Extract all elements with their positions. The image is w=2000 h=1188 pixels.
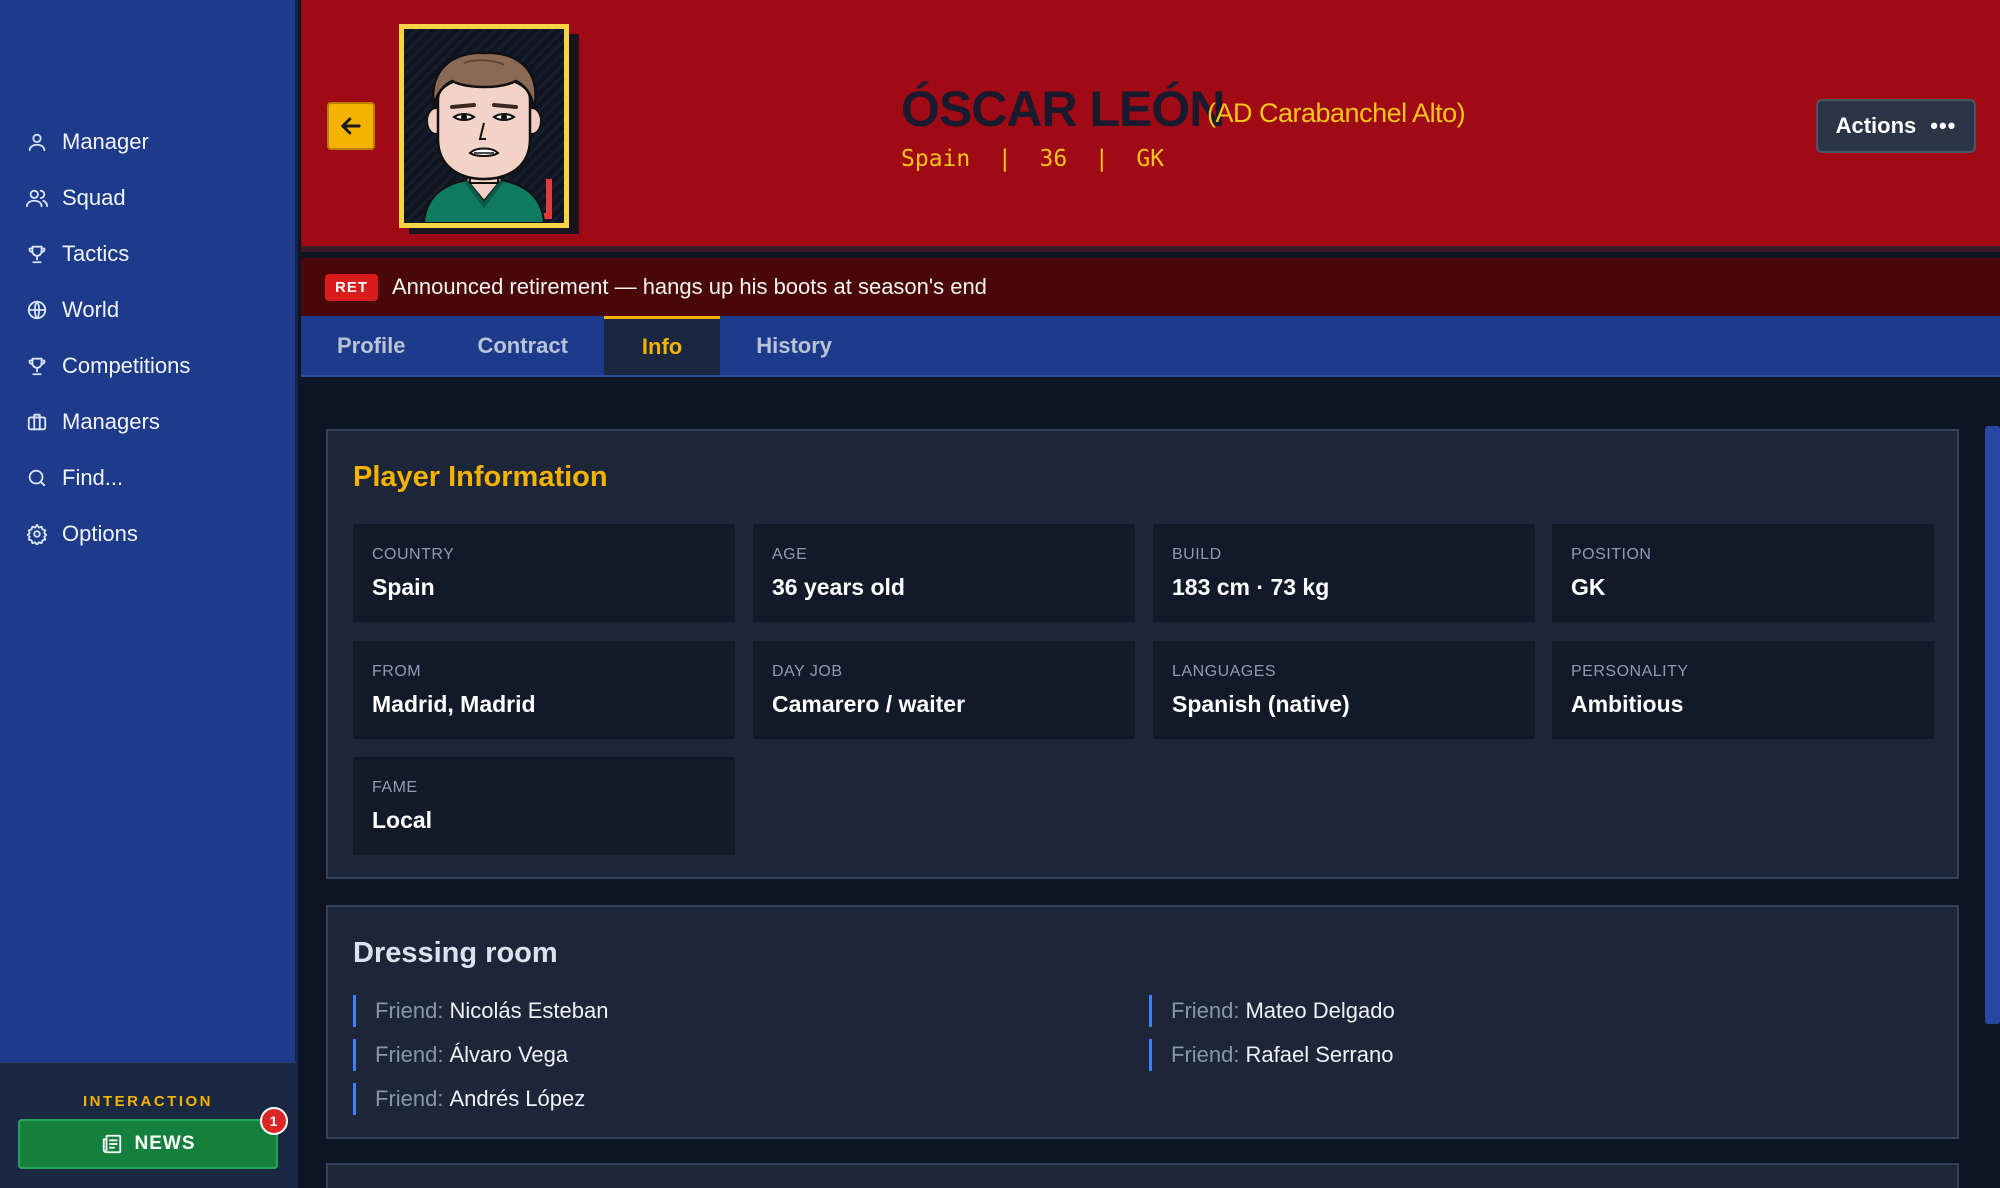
card-value: Spain: [372, 574, 435, 600]
retirement-banner: RET Announced retirement — hangs up his …: [301, 258, 2000, 316]
card-value: 36 years old: [772, 574, 905, 600]
friend-name[interactable]: Álvaro Vega: [449, 1042, 568, 1068]
card-label: DAY JOB: [772, 663, 843, 680]
next-panel: [326, 1163, 1959, 1188]
friend-label: Friend:: [1171, 1042, 1240, 1067]
card-label: FROM: [372, 663, 422, 680]
sidebar-item-label: Find...: [62, 465, 124, 490]
sidebar-item-label: Squad: [62, 185, 126, 210]
back-button[interactable]: [327, 102, 375, 150]
trophy-icon: [26, 355, 48, 377]
player-name: ÓSCAR LEÓN: [901, 81, 1225, 137]
status-badge: RET: [325, 273, 378, 301]
info-card-languages: LANGUAGES Spanish (native): [1153, 641, 1535, 739]
retirement-text: Announced retirement — hangs up his boot…: [392, 274, 987, 299]
info-card-position: POSITION GK: [1552, 524, 1934, 622]
player-header: ÓSCAR LEÓN (AD Carabanchel Alto) Spain |…: [301, 0, 2000, 252]
sidebar-item-tactics[interactable]: Tactics: [0, 226, 295, 282]
arrow-left-icon: [341, 117, 361, 135]
sidebar-item-label: Competitions: [62, 353, 191, 378]
sidebar-item-manager[interactable]: Manager: [0, 114, 295, 170]
sidebar-item-managers[interactable]: Managers: [0, 394, 295, 450]
info-card-country: COUNTRY Spain: [353, 524, 735, 622]
sidebar-item-squad[interactable]: Squad: [0, 170, 295, 226]
sidebar-item-label: Tactics: [62, 241, 130, 266]
friend-label: Friend:: [375, 998, 444, 1023]
more-horizontal-icon: •••: [1930, 113, 1957, 138]
card-value: GK: [1571, 574, 1606, 600]
sidebar: Manager Squad Tactics World Competitions: [0, 0, 298, 1188]
info-card-day-job: DAY JOB Camarero / waiter: [753, 641, 1135, 739]
sidebar-item-label: World: [62, 297, 120, 322]
sidebar-item-find[interactable]: Find...: [0, 450, 295, 506]
card-label: POSITION: [1571, 546, 1652, 563]
globe-icon: [26, 299, 48, 321]
interaction-label: INTERACTION: [83, 1093, 213, 1110]
tab-bar: Profile Contract Info History: [301, 316, 2000, 377]
tab-profile[interactable]: Profile: [301, 316, 441, 375]
list-item: Friend: Mateo Delgado: [1149, 995, 1395, 1027]
friend-name[interactable]: Andrés López: [449, 1086, 585, 1112]
friend-name[interactable]: Rafael Serrano: [1245, 1042, 1393, 1068]
gear-icon: [26, 523, 48, 545]
sidebar-item-label: Options: [62, 521, 138, 546]
card-label: COUNTRY: [372, 546, 455, 563]
card-value: Madrid, Madrid: [372, 691, 536, 717]
card-label: FAME: [372, 779, 418, 796]
panel-title: Dressing room: [353, 937, 558, 969]
info-card-build: BUILD 183 cm · 73 kg: [1153, 524, 1535, 622]
sidebar-nav: Manager Squad Tactics World Competitions: [0, 114, 295, 562]
tab-info[interactable]: Info: [603, 316, 721, 375]
friend-name[interactable]: Nicolás Esteban: [449, 998, 608, 1024]
list-item: Friend: Álvaro Vega: [353, 1039, 568, 1071]
user-icon: [26, 131, 48, 153]
card-label: AGE: [772, 546, 808, 563]
interaction-section: INTERACTION NEWS 1: [0, 1062, 296, 1188]
card-label: PERSONALITY: [1571, 663, 1689, 680]
sidebar-item-options[interactable]: Options: [0, 506, 295, 562]
player-information-panel: Player Information COUNTRY Spain AGE 36 …: [326, 429, 1959, 879]
actions-label: Actions: [1835, 113, 1917, 138]
player-avatar: [399, 24, 581, 236]
card-value: Local: [372, 807, 433, 833]
card-label: BUILD: [1172, 546, 1222, 563]
search-icon: [26, 467, 48, 489]
news-label: NEWS: [134, 1133, 196, 1154]
list-item: Friend: Andrés López: [353, 1083, 585, 1115]
sidebar-item-competitions[interactable]: Competitions: [0, 338, 295, 394]
sidebar-item-label: Manager: [62, 129, 149, 154]
sidebar-item-world[interactable]: World: [0, 282, 295, 338]
list-item: Friend: Rafael Serrano: [1149, 1039, 1393, 1071]
sidebar-item-label: Managers: [62, 409, 160, 434]
news-button[interactable]: NEWS 1: [18, 1107, 288, 1169]
friend-label: Friend:: [375, 1042, 444, 1067]
list-item: Friend: Nicolás Esteban: [353, 995, 608, 1027]
info-card-personality: PERSONALITY Ambitious: [1552, 641, 1934, 739]
info-card-from: FROM Madrid, Madrid: [353, 641, 735, 739]
dressing-room-panel: Dressing room Friend: Nicolás Esteban Fr…: [326, 905, 1959, 1139]
actions-button[interactable]: Actions •••: [1816, 99, 1976, 153]
info-card-age: AGE 36 years old: [753, 524, 1135, 622]
trophy-icon: [26, 243, 48, 265]
friend-label: Friend:: [375, 1086, 444, 1111]
friend-label: Friend:: [1171, 998, 1240, 1023]
tab-contract[interactable]: Contract: [441, 316, 603, 375]
users-icon: [26, 187, 48, 209]
card-value: Camarero / waiter: [772, 691, 966, 717]
player-meta: Spain | 36 | GK: [901, 146, 1165, 172]
card-value: Spanish (native): [1172, 691, 1350, 717]
card-label: LANGUAGES: [1172, 663, 1277, 680]
avatar-image: [404, 29, 564, 223]
newspaper-icon: [102, 1134, 121, 1154]
friend-name[interactable]: Mateo Delgado: [1245, 998, 1394, 1024]
scrollbar[interactable]: [1985, 426, 2000, 1024]
news-count-badge: 1: [260, 1107, 288, 1135]
info-card-fame: FAME Local: [353, 757, 735, 855]
tab-history[interactable]: History: [720, 316, 868, 375]
player-club[interactable]: (AD Carabanchel Alto): [1207, 98, 1466, 129]
briefcase-icon: [26, 411, 48, 433]
panel-title: Player Information: [353, 461, 608, 493]
card-value: Ambitious: [1571, 691, 1684, 717]
card-value: 183 cm · 73 kg: [1172, 574, 1330, 600]
